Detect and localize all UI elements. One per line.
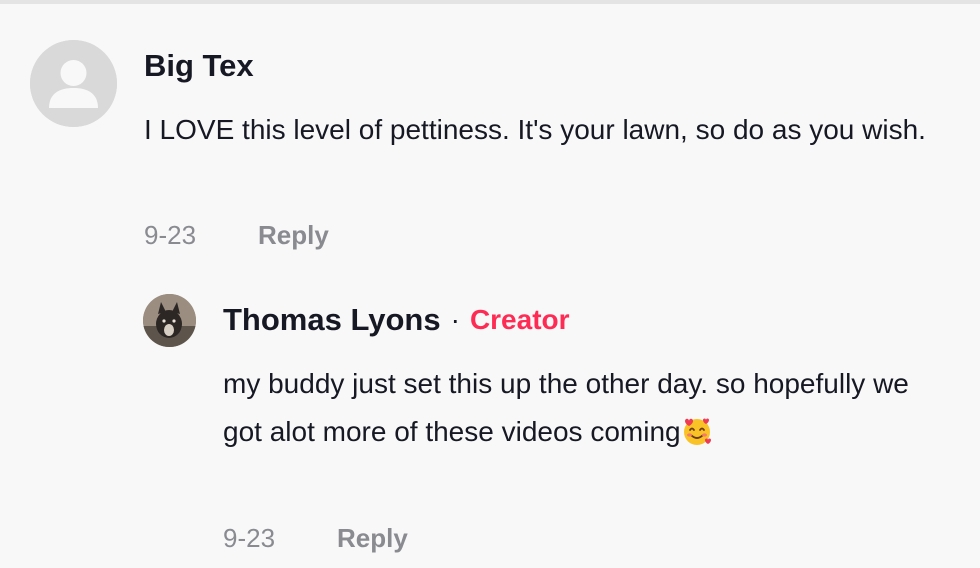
reply-button[interactable]: Reply [258,218,329,252]
creator-badge: Creator [469,304,570,335]
reply-author[interactable]: Thomas Lyons [223,300,441,340]
avatar[interactable] [143,294,196,347]
comment-text: I LOVE this level of pettiness. It's you… [144,114,926,145]
reply-button[interactable]: Reply [337,521,408,555]
reply-text: my buddy just set this up the other day.… [223,360,943,456]
creator-avatar-photo [143,294,196,347]
smiling-face-with-hearts-icon [683,418,711,445]
reply-header: Thomas Lyons · Creator [223,300,570,340]
reply-text-body: my buddy just set this up the other day.… [223,368,909,447]
reply-meta: 9-23 Reply [223,521,408,555]
comment-author[interactable]: Big Tex [144,46,254,86]
top-divider [0,0,980,4]
default-user-avatar-icon [30,40,117,127]
comment-meta: 9-23 Reply [144,218,329,252]
separator-dot: · [450,304,460,335]
avatar[interactable] [30,40,117,127]
reply-date: 9-23 [223,523,276,553]
comment-date: 9-23 [144,220,197,250]
